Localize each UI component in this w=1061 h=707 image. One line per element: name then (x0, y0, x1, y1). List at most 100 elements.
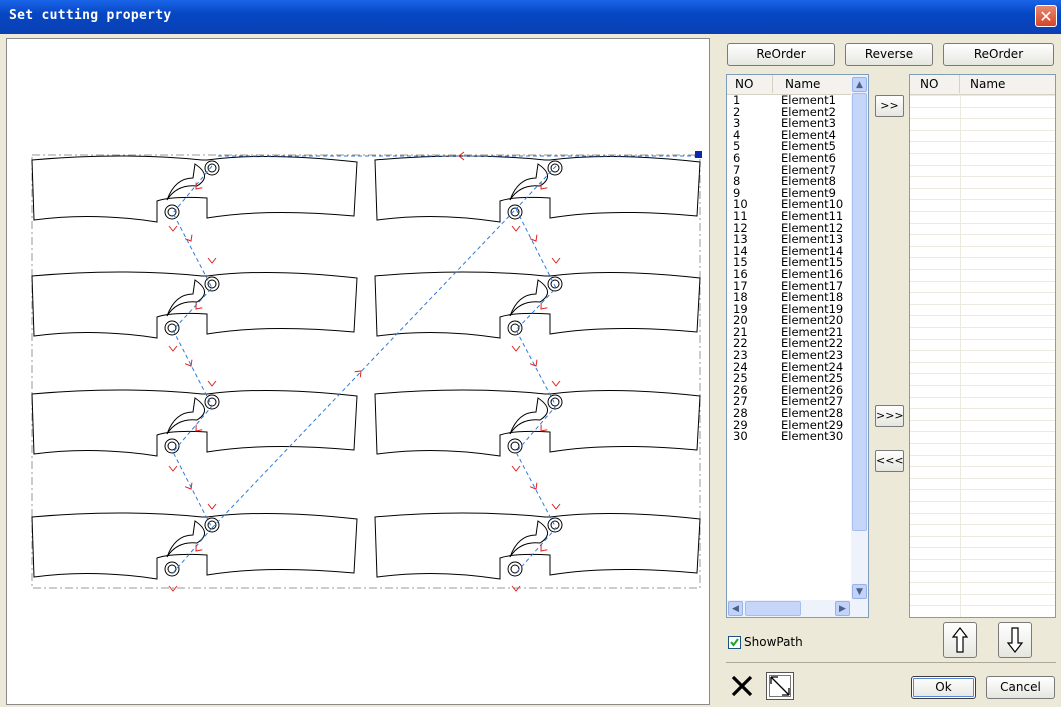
grid-row (910, 222, 1055, 224)
grid-row (910, 559, 1055, 560)
direction-arrow (168, 465, 178, 472)
grid-row (910, 315, 1055, 317)
direction-arrow (551, 257, 561, 264)
clear-path-button[interactable] (728, 672, 756, 700)
grid-row (910, 141, 1055, 143)
scroll-right-icon[interactable]: ▶ (835, 601, 850, 616)
direction-arrow (551, 503, 561, 510)
col-divider (959, 75, 960, 93)
grid-row (910, 176, 1055, 178)
grid-row (910, 454, 1055, 456)
move-down-button[interactable] (998, 622, 1032, 658)
grid-row (910, 605, 1055, 607)
grid-row (910, 535, 1055, 537)
grid-row (910, 234, 1055, 236)
start-point-button[interactable] (766, 672, 794, 700)
grid-row (910, 338, 1055, 340)
window-title: Set cutting property (9, 8, 172, 23)
order-list-header: NO Name (910, 75, 1055, 95)
grid-row (910, 477, 1055, 479)
grid-row (910, 118, 1055, 120)
order-col-name-header[interactable]: Name (970, 75, 1005, 93)
direction-arrow (529, 234, 538, 242)
col-no-header[interactable]: NO (735, 75, 753, 93)
grid-row (910, 292, 1055, 294)
cutting-preview (31, 151, 702, 592)
close-icon: ✕ (1039, 7, 1053, 26)
reorder-left-button[interactable]: ReOrder (727, 43, 835, 66)
list-item-no: 30 (733, 429, 748, 444)
direction-arrow (207, 503, 217, 510)
direction-arrow (168, 225, 178, 232)
grid-row (910, 95, 1055, 96)
cut-piece (374, 512, 701, 580)
grid-row (910, 211, 1055, 212)
reverse-button[interactable]: Reverse (845, 43, 933, 66)
col-divider (772, 75, 773, 93)
grid-col (960, 95, 961, 617)
cut-path (172, 165, 213, 574)
move-back-all-button[interactable]: <<< (875, 450, 904, 472)
move-up-button[interactable] (943, 622, 977, 658)
grid-row (910, 524, 1055, 526)
order-col-no-header[interactable]: NO (920, 75, 938, 93)
cut-piece (374, 271, 701, 339)
close-button[interactable]: ✕ (1035, 5, 1057, 27)
direction-arrow (184, 234, 193, 242)
grid-row (910, 327, 1055, 328)
grid-row (910, 129, 1055, 131)
scroll-left-icon[interactable]: ◀ (728, 601, 743, 616)
direction-arrow (551, 380, 561, 387)
grid-row (910, 187, 1055, 189)
grid-row (910, 199, 1055, 201)
scroll-up-icon[interactable]: ▲ (852, 77, 867, 92)
show-path-checkbox[interactable] (728, 636, 741, 649)
show-path-label: ShowPath (744, 635, 803, 649)
element-list-header: NO Name (727, 75, 853, 95)
direction-arrow (540, 302, 548, 310)
grid-row (910, 570, 1055, 572)
start-point-marker (695, 151, 702, 158)
grid-row (910, 269, 1055, 270)
cut-piece (31, 271, 358, 339)
cut-piece (31, 512, 358, 580)
grid-row (910, 245, 1055, 247)
grid-row (910, 547, 1055, 549)
cut-piece (374, 389, 701, 457)
move-selected-button[interactable]: >> (875, 95, 904, 117)
grid-row (910, 466, 1055, 468)
direction-arrow (207, 380, 217, 387)
cut-piece (31, 155, 358, 223)
title-bar: Set cutting property ✕ (0, 0, 1061, 34)
grid-row (910, 303, 1055, 305)
vertical-scrollbar[interactable]: ▲ ▼ (851, 75, 868, 602)
scroll-thumb[interactable] (852, 93, 867, 531)
ok-button[interactable]: Ok (911, 676, 976, 699)
cancel-button[interactable]: Cancel (986, 676, 1055, 699)
scroll-down-icon[interactable]: ▼ (852, 584, 867, 599)
grid-row (910, 396, 1055, 398)
grid-row (910, 153, 1055, 154)
grid-row (910, 385, 1055, 386)
cutting-canvas[interactable] (6, 38, 710, 705)
direction-arrow (540, 544, 548, 552)
order-list[interactable]: NO Name (909, 74, 1056, 618)
checkmark-icon (730, 638, 739, 647)
grid-row (910, 280, 1055, 282)
arrow-down-icon (1006, 627, 1024, 653)
list-item-name: Element30 (781, 429, 844, 444)
horizontal-scrollbar[interactable]: ◀ ▶ (727, 600, 868, 617)
element-list[interactable]: NO Name 1 Element1 2 Element2 3 Element3 4 Elem… (726, 74, 869, 618)
direction-arrow (195, 544, 203, 552)
reorder-right-button[interactable]: ReOrder (943, 43, 1054, 66)
grid-row (910, 106, 1055, 108)
direction-arrow (511, 345, 521, 352)
col-name-header[interactable]: Name (785, 75, 820, 93)
x-icon (731, 675, 753, 697)
direction-arrow (184, 482, 193, 490)
direction-arrow (195, 424, 203, 432)
list-item[interactable]: 30 Element30 (727, 431, 853, 443)
grid-row (910, 512, 1055, 514)
hscroll-thumb[interactable] (745, 601, 801, 616)
move-all-button[interactable]: >>> (875, 405, 904, 427)
